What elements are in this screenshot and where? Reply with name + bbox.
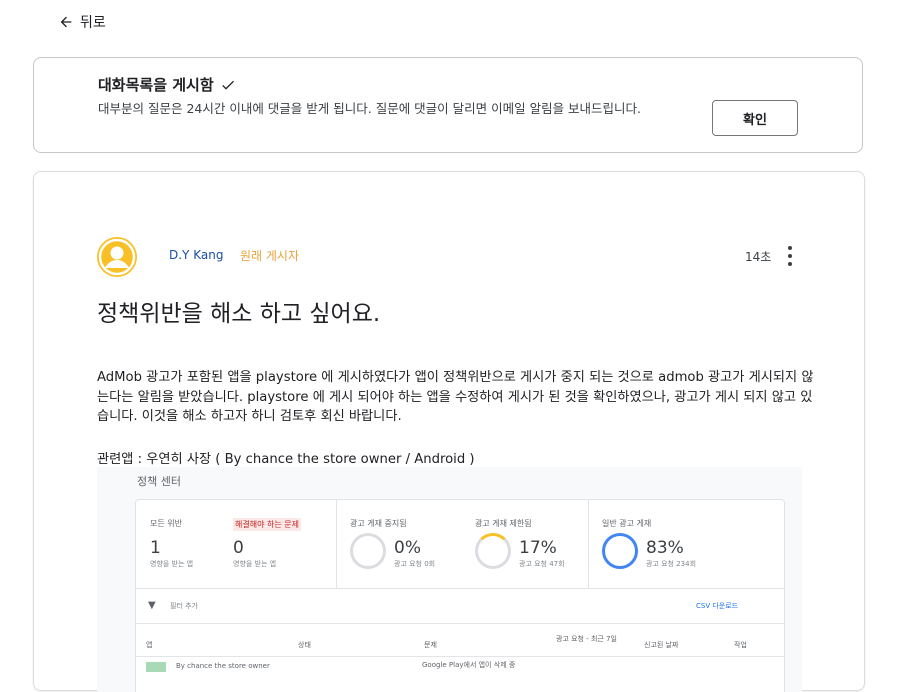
col-requests[interactable]: 광고 요청 - 최근 7일 [556, 634, 617, 644]
metric-value: 83% [646, 538, 684, 558]
ring-chart [475, 533, 511, 569]
csv-download-button[interactable]: CSV 다운로드 [696, 601, 738, 611]
row-issue: Google Play에서 앱이 삭제 중 [422, 661, 516, 669]
arrow-left-icon [60, 16, 72, 28]
metric-sub: 영향을 받는 앱 [150, 560, 194, 568]
metric-sub: 광고 요청 234회 [646, 560, 697, 568]
related-app: 관련앱 : 우연히 사장 ( By chance the store owner… [97, 452, 475, 467]
post-body: AdMob 광고가 포함된 앱을 playstore 에 게시하였다가 앱이 정… [97, 370, 814, 424]
policy-center-title: 정책 센터 [137, 475, 181, 488]
author-name[interactable]: D.Y Kang [169, 248, 223, 262]
more-options-icon[interactable] [783, 246, 797, 266]
metric-label: 해결해야 하는 문제 [233, 518, 301, 531]
metric-value: 1 [150, 538, 161, 558]
confirm-button[interactable]: 확인 [712, 100, 798, 136]
col-issue: 문제 [424, 641, 437, 649]
policy-panel: 모든 위반 1 영향을 받는 앱 해결해야 하는 문제 0 영향을 받는 앱 광… [135, 499, 785, 692]
ring-chart [350, 533, 386, 569]
metric-value: 0% [394, 538, 421, 558]
banner-title: 대화목록을 게시함 [98, 74, 236, 95]
metric-value: 0 [233, 538, 244, 558]
metric-sub: 광고 요청 0회 [394, 560, 436, 568]
row-divider [136, 656, 784, 657]
row-app-name[interactable]: By chance the store owner [176, 662, 270, 670]
banner-title-text: 대화목록을 게시함 [98, 76, 214, 94]
col-actions: 작업 [734, 641, 747, 649]
check-icon [221, 80, 234, 90]
col-app: 앱 [146, 641, 153, 649]
banner-text: 대부분의 질문은 24시간 이내에 댓글을 받게 됩니다. 질문에 댓글이 달리… [98, 101, 642, 116]
metric-label: 광고 게재 제한됨 [475, 519, 532, 528]
attached-screenshot[interactable]: 정책 센터 모든 위반 1 영향을 받는 앱 해결해야 하는 문제 0 영향을 … [97, 467, 802, 692]
metric-all-violations: 모든 위반 1 영향을 받는 앱 [136, 500, 221, 588]
metric-value: 17% [519, 538, 557, 558]
metric-sub: 광고 요청 47회 [519, 560, 565, 568]
metric-label: 광고 게재 중지됨 [350, 519, 407, 528]
app-icon [146, 662, 166, 672]
post-title: 정책위반을 해소 하고 싶어요. [97, 301, 381, 327]
metric-normal: 일반 광고 게재 83% 광고 요청 234회 [588, 500, 784, 588]
back-button[interactable]: 뒤로 [58, 12, 106, 32]
posted-banner: 대화목록을 게시함 대부분의 질문은 24시간 이내에 댓글을 받게 됩니다. … [33, 57, 863, 153]
person-icon [98, 238, 136, 276]
back-label: 뒤로 [80, 15, 106, 31]
post-card: D.Y Kang 원래 게시자 14초 정책위반을 해소 하고 싶어요. AdM… [33, 171, 865, 692]
metric-label: 모든 위반 [150, 519, 182, 528]
filter-label[interactable]: 필터 추가 [170, 601, 198, 611]
filter-row: ▼ 필터 추가 CSV 다운로드 [136, 588, 784, 624]
metric-limited: 광고 게재 제한됨 17% 광고 요청 47회 [461, 500, 589, 588]
post-time: 14초 [745, 250, 772, 264]
col-reported-date: 신고된 날짜 [644, 641, 679, 649]
col-status: 상태 [298, 641, 311, 649]
ring-chart [602, 533, 638, 569]
metric-sub: 영향을 받는 앱 [233, 560, 277, 568]
filter-icon[interactable]: ▼ [148, 600, 156, 611]
metric-label: 일반 광고 게재 [602, 519, 652, 528]
avatar[interactable] [97, 237, 137, 277]
metric-must-fix: 해결해야 하는 문제 0 영향을 받는 앱 [221, 500, 337, 588]
op-badge: 원래 게시자 [240, 249, 300, 263]
metric-stopped: 광고 게재 중지됨 0% 광고 요청 0회 [336, 500, 461, 588]
